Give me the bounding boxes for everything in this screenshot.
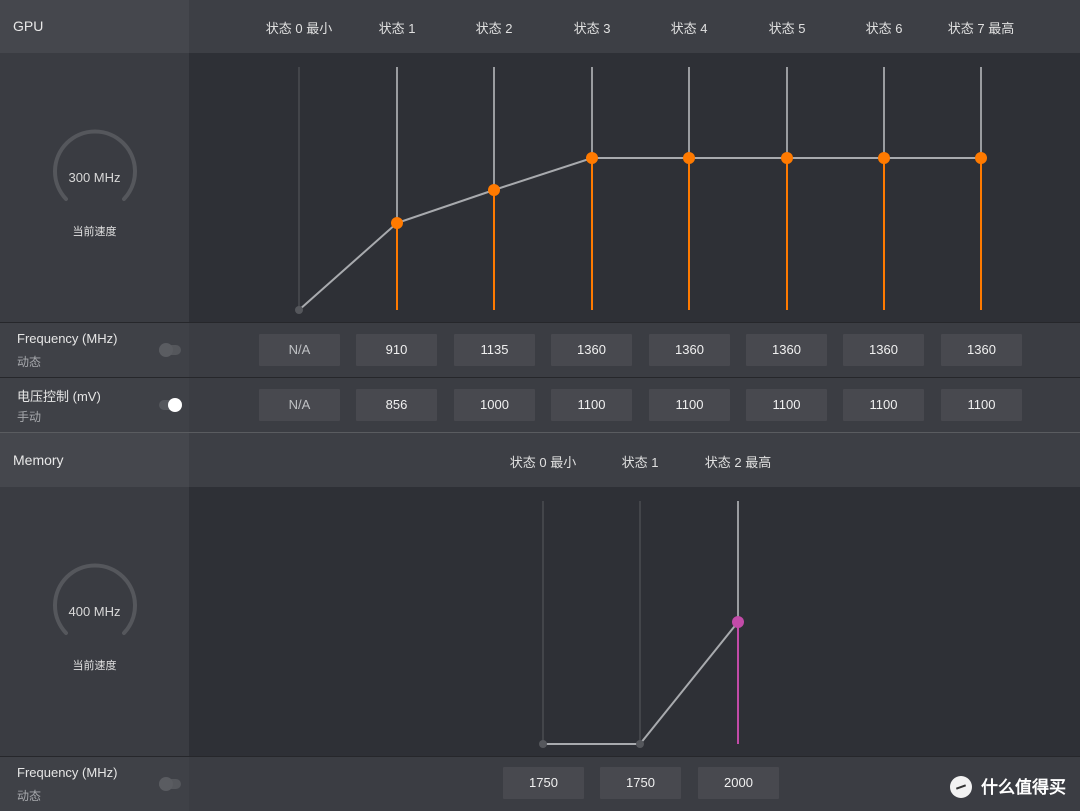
gpu-voltage-toggle[interactable] [159,398,182,412]
memory-gauge-value: 400 MHz [68,604,121,619]
gpu-voltage-value-2[interactable]: 1000 [454,389,535,421]
memory-frequency-row: Frequency (MHz) 动态 1750 1750 2000 [0,757,1080,811]
memory-title: Memory [13,452,64,468]
memory-frequency-row-label-area: Frequency (MHz) 动态 [0,757,189,811]
gpu-point-6[interactable] [878,152,890,164]
toggle-knob [159,777,173,791]
gpu-frequency-value-3[interactable]: 1360 [551,334,632,366]
gpu-state-label-4: 状态 4 [670,21,708,36]
gpu-point-5[interactable] [781,152,793,164]
gpu-state-label-2: 状态 2 [475,21,513,36]
memory-frequency-value-2[interactable]: 2000 [698,767,779,799]
memory-state-label-2: 状态 2 最高 [704,455,772,470]
memory-frequency-mode: 动态 [17,789,42,803]
gpu-state-label-6: 状态 6 [865,21,903,36]
toggle-knob [159,343,173,357]
gpu-voltage-value-3[interactable]: 1100 [551,389,632,421]
gpu-frequency-mode: 动态 [17,355,42,369]
gpu-voltage-title: 电压控制 (mV) [17,389,101,404]
memory-state-label-0: 状态 0 最小 [509,455,577,470]
memory-frequency-title: Frequency (MHz) [17,765,118,780]
memory-frequency-toggle[interactable] [159,777,181,791]
gpu-frequency-value-2[interactable]: 1135 [454,334,535,366]
gpu-frequency-value-1[interactable]: 910 [356,334,437,366]
gpu-state-label-5: 状态 5 [768,21,806,36]
gpu-section-header: GPU 状态 0 最小 状态 1 状态 2 状态 3 状态 4 状态 5 状态 … [0,0,1080,53]
gpu-voltage-row-label-area: 电压控制 (mV) 手动 [0,378,189,432]
memory-gauge-ring [53,563,137,635]
gpu-frequency-value-0[interactable]: N/A [259,334,340,366]
gpu-frequency-toggle[interactable] [159,343,181,357]
gpu-frequency-row: Frequency (MHz) 动态 N/A 910 1135 1360 136… [0,323,1080,377]
toggle-knob [168,398,182,412]
memory-section-header: Memory 状态 0 最小 状态 1 状态 2 最高 [0,433,1080,487]
gpu-curve-line [298,157,981,311]
memory-gauge-panel: 400 MHz 当前速度 [0,487,189,756]
gpu-voltage-value-4[interactable]: 1100 [649,389,730,421]
gpu-state-label-1: 状态 1 [378,21,416,36]
gpu-point-3[interactable] [586,152,598,164]
watermark-logo-icon [950,776,972,798]
memory-point-1 [636,740,644,748]
memory-state-label-1: 状态 1 [621,455,659,470]
gpu-voltage-mode: 手动 [17,410,42,424]
gpu-point-1[interactable] [391,217,403,229]
gpu-point-0 [295,306,303,314]
gpu-frequency-value-6[interactable]: 1360 [843,334,924,366]
gpu-gauge-ring [53,129,137,201]
gpu-voltage-row: 电压控制 (mV) 手动 N/A 856 1000 1100 1100 1100… [0,378,1080,432]
gpu-frequency-row-label-area: Frequency (MHz) 动态 [0,323,189,377]
gpu-title: GPU [13,18,44,34]
gpu-voltage-value-6[interactable]: 1100 [843,389,924,421]
gpu-gauge-value: 300 MHz [68,170,121,185]
gpu-voltage-value-1[interactable]: 856 [356,389,437,421]
gpu-voltage-value-5[interactable]: 1100 [746,389,827,421]
gpu-frequency-value-5[interactable]: 1360 [746,334,827,366]
gpu-frequency-title: Frequency (MHz) [17,331,118,346]
gpu-state-label-0: 状态 0 最小 [265,21,333,36]
gpu-frequency-value-7[interactable]: 1360 [941,334,1022,366]
memory-point-2[interactable] [732,616,744,628]
memory-frequency-value-0[interactable]: 1750 [503,767,584,799]
memory-point-0 [539,740,547,748]
gpu-voltage-value-7[interactable]: 1100 [941,389,1022,421]
gpu-gauge-panel: 300 MHz 当前速度 [0,53,189,322]
gpu-state-label-3: 状态 3 [573,21,611,36]
gpu-point-7[interactable] [975,152,987,164]
gpu-point-2[interactable] [488,184,500,196]
gpu-state-label-7: 状态 7 最高 [947,21,1015,36]
memory-gauge-caption: 当前速度 [72,660,117,672]
gpu-frequency-value-4[interactable]: 1360 [649,334,730,366]
memory-frequency-value-1[interactable]: 1750 [600,767,681,799]
gpu-gauge-caption: 当前速度 [72,226,117,238]
watermark-text: 什么值得买 [981,778,1066,797]
gpu-voltage-value-0[interactable]: N/A [259,389,340,421]
gpu-curve-chart [295,67,987,314]
gpu-point-4[interactable] [683,152,695,164]
memory-curve-chart [539,501,744,748]
